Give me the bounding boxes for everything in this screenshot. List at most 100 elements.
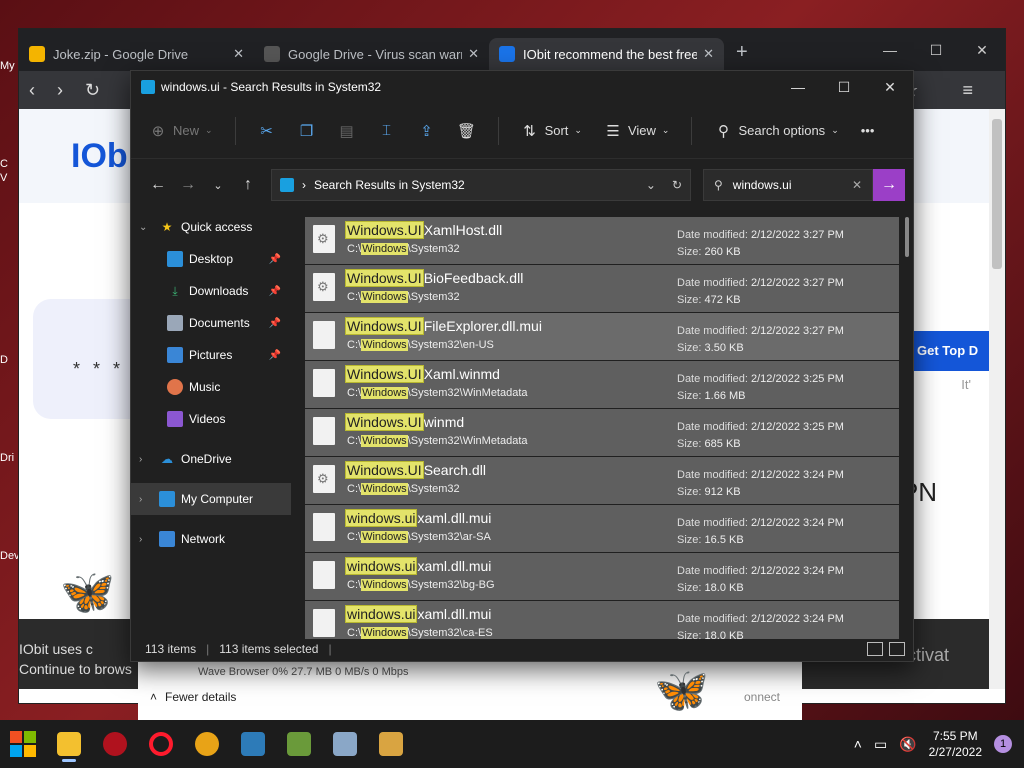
table-row[interactable]: Windows.UI FileExplorer.dll.mui C:\Windows… (305, 313, 899, 360)
tab-virus-scan[interactable]: Google Drive - Virus scan warn ✕ (254, 38, 489, 70)
chevron-right-icon[interactable]: › (139, 534, 153, 545)
forward-icon[interactable]: › (57, 80, 63, 101)
nav-downloads[interactable]: ⤓ Downloads 📌 (131, 275, 291, 307)
explorer-title-bar[interactable]: windows.ui - Search Results in System32 … (131, 71, 913, 103)
clear-search-icon[interactable]: ✕ (852, 178, 862, 192)
back-icon[interactable]: ‹ (29, 80, 35, 101)
nav-videos[interactable]: Videos (131, 403, 291, 435)
table-row[interactable]: Windows.UI Xaml.winmd C:\Windows\System32\… (305, 361, 899, 408)
file-name[interactable]: Windows.UI Search.dll (345, 461, 486, 479)
scrollbar-thumb[interactable] (992, 119, 1002, 269)
file-name[interactable]: windows.ui xaml.dll.mui (345, 605, 491, 623)
fewer-details-button[interactable]: ˄ Fewer details (150, 690, 244, 704)
desktop-icon-label[interactable]: Dri (0, 452, 20, 464)
nav-music[interactable]: Music (131, 371, 291, 403)
breadcrumb[interactable]: Search Results in System32 (314, 178, 465, 192)
search-options-button[interactable]: ⚲ Search options ⌄ (714, 122, 839, 140)
taskbar-minecraft[interactable] (276, 724, 322, 764)
back-arrow-icon[interactable]: ← (143, 176, 173, 194)
get-top-button[interactable]: Get Top D (909, 331, 989, 371)
recent-locations-icon[interactable]: ⌄ (203, 179, 233, 192)
table-row[interactable]: windows.ui xaml.dll.mui C:\Windows\System3… (305, 553, 899, 600)
settings-sliders-icon[interactable]: ≡ (962, 80, 973, 101)
forward-arrow-icon[interactable]: → (173, 176, 203, 194)
details-view-icon[interactable] (867, 642, 883, 656)
chevron-down-icon[interactable]: ⌄ (139, 222, 153, 233)
rename-button[interactable]: ⌶ (378, 122, 396, 140)
start-button[interactable] (0, 724, 46, 764)
taskbar-lock-app[interactable] (368, 724, 414, 764)
table-row[interactable]: Windows.UI winmd C:\Windows\System32\WinMe… (305, 409, 899, 456)
file-name[interactable]: Windows.UI FileExplorer.dll.mui (345, 317, 542, 335)
desktop-icon-label[interactable]: Dev (0, 550, 20, 562)
reload-icon[interactable]: ↻ (85, 80, 100, 101)
desktop-icon-label[interactable]: My (0, 60, 20, 72)
paste-button[interactable]: ▤ (338, 122, 356, 140)
search-value[interactable]: windows.ui (733, 178, 792, 192)
desktop-icon-label[interactable]: D (0, 354, 20, 366)
tab-iobit[interactable]: IObit recommend the best free ✕ (489, 38, 724, 70)
view-button[interactable]: ☰ View ⌄ (604, 122, 669, 140)
new-tab-button[interactable]: + (724, 41, 760, 64)
large-icons-view-icon[interactable] (889, 642, 905, 656)
chevron-down-icon[interactable]: ⌄ (646, 178, 656, 192)
desktop-icon-label[interactable]: C (0, 158, 20, 170)
refresh-icon[interactable]: ↻ (672, 178, 682, 192)
table-row[interactable]: windows.ui xaml.dll.mui C:\Windows\System3… (305, 505, 899, 552)
network-status-icon[interactable]: ▭ (874, 736, 887, 753)
nav-my-computer[interactable]: › My Computer (131, 483, 291, 515)
clock[interactable]: 7:55 PM 2/27/2022 (929, 728, 982, 760)
close-tab-icon[interactable]: ✕ (233, 46, 244, 62)
nav-desktop[interactable]: Desktop 📌 (131, 243, 291, 275)
address-bar[interactable]: › Search Results in System32 ⌄ ↻ (271, 169, 691, 201)
delete-button[interactable]: 🗑 (457, 122, 476, 140)
maximize-icon[interactable]: ☐ (913, 42, 959, 59)
close-icon[interactable]: ✕ (867, 79, 913, 96)
more-options-button[interactable]: ••• (861, 123, 875, 138)
nav-pictures[interactable]: Pictures 📌 (131, 339, 291, 371)
page-scrollbar[interactable] (989, 109, 1005, 689)
nav-quick-access[interactable]: ⌄ ★ Quick access (131, 211, 291, 243)
maximize-icon[interactable]: ☐ (821, 79, 867, 96)
close-tab-icon[interactable]: ✕ (468, 46, 479, 62)
results-scrollbar-thumb[interactable] (905, 217, 909, 257)
minimize-icon[interactable]: — (775, 79, 821, 96)
share-button[interactable]: ⇪ (418, 122, 436, 140)
file-name[interactable]: Windows.UI Xaml.winmd (345, 365, 500, 383)
chevron-up-icon[interactable]: ˄ (854, 736, 862, 752)
search-go-button[interactable]: → (873, 169, 905, 201)
table-row[interactable]: Windows.UIBioFeedback.dll C:\Windows\Syst… (305, 265, 899, 312)
table-row[interactable]: Windows.UIXamlHost.dll C:\Windows\System3… (305, 217, 899, 264)
table-row[interactable]: Windows.UISearch.dll C:\Windows\System32 D… (305, 457, 899, 504)
close-icon[interactable]: ✕ (959, 42, 1005, 59)
new-button[interactable]: ⊕ New ⌄ (149, 122, 213, 140)
minimize-icon[interactable]: — (867, 42, 913, 59)
file-name[interactable]: Windows.UI BioFeedback.dll (345, 269, 523, 287)
desktop-icon-label[interactable]: V (0, 172, 20, 184)
nav-onedrive[interactable]: › ☁ OneDrive (131, 443, 291, 475)
taskbar-monitor[interactable] (322, 724, 368, 764)
file-name[interactable]: windows.ui xaml.dll.mui (345, 557, 491, 575)
sort-button[interactable]: ⇅ Sort ⌄ (521, 122, 582, 140)
up-arrow-icon[interactable]: ↑ (233, 176, 263, 194)
tab-joke-zip[interactable]: Joke.zip - Google Drive ✕ (19, 38, 254, 70)
nav-documents[interactable]: Documents 📌 (131, 307, 291, 339)
connect-link[interactable]: onnect (744, 690, 780, 704)
table-row[interactable]: windows.ui xaml.dll.mui C:\Windows\System3… (305, 601, 899, 639)
taskbar-file-explorer[interactable] (46, 724, 92, 764)
taskbar-opera[interactable] (138, 724, 184, 764)
taskbar-wave-browser[interactable] (230, 724, 276, 764)
chevron-right-icon[interactable]: › (139, 494, 153, 505)
cut-button[interactable]: ✂ (258, 122, 276, 140)
file-name[interactable]: Windows.UI XamlHost.dll (345, 221, 502, 239)
file-name[interactable]: Windows.UI winmd (345, 413, 464, 431)
process-row[interactable]: Wave Browser 0% 27.7 MB 0 MB/s 0 Mbps (198, 666, 409, 678)
notification-badge[interactable]: 1 (994, 735, 1012, 753)
chevron-right-icon[interactable]: › (139, 454, 153, 465)
nav-network[interactable]: › Network (131, 523, 291, 555)
close-tab-icon[interactable]: ✕ (703, 46, 714, 62)
file-name[interactable]: windows.ui xaml.dll.mui (345, 509, 491, 527)
taskbar-app[interactable] (92, 724, 138, 764)
search-input[interactable]: ⚲ windows.ui ✕ (703, 169, 873, 201)
copy-button[interactable]: ❐ (298, 122, 316, 140)
